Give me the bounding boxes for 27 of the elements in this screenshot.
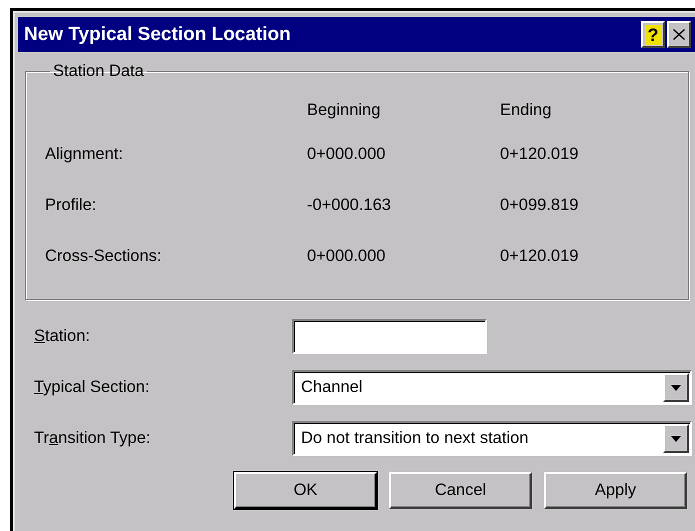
window-title: New Typical Section Location	[24, 24, 291, 46]
dialog-button[interactable]: OK	[234, 472, 377, 509]
station-value: 0+000.000	[307, 145, 386, 164]
row-label: Alignment:	[45, 145, 124, 164]
row-label: Profile:	[45, 196, 98, 215]
dropdown-arrow-icon	[671, 436, 681, 442]
station-value: 0+000.000	[307, 247, 386, 266]
field-label: Station:	[34, 327, 91, 346]
station-input[interactable]	[292, 319, 487, 354]
group-title: Station Data	[52, 62, 145, 81]
dropdown[interactable]: Channel	[292, 370, 692, 405]
station-value: 0+099.819	[500, 196, 580, 215]
dropdown[interactable]: Do not transition to next station	[292, 421, 692, 456]
field-label: Typical Section:	[34, 378, 151, 397]
row-label: Cross-Sections:	[45, 247, 162, 266]
dialog-button[interactable]: Cancel	[389, 472, 532, 509]
station-value: -0+000.163	[307, 196, 392, 215]
field-label: Transition Type:	[34, 429, 152, 448]
station-value: 0+120.019	[500, 247, 580, 266]
close-button[interactable]	[667, 21, 691, 48]
station-value: 0+120.019	[500, 145, 580, 164]
dropdown-arrow-icon	[671, 384, 681, 390]
help-button[interactable]: ?	[641, 21, 665, 48]
close-icon	[673, 29, 685, 40]
column-header: Beginning	[307, 100, 382, 120]
dialog-button[interactable]: Apply	[544, 472, 687, 509]
column-header: Ending	[500, 100, 552, 120]
